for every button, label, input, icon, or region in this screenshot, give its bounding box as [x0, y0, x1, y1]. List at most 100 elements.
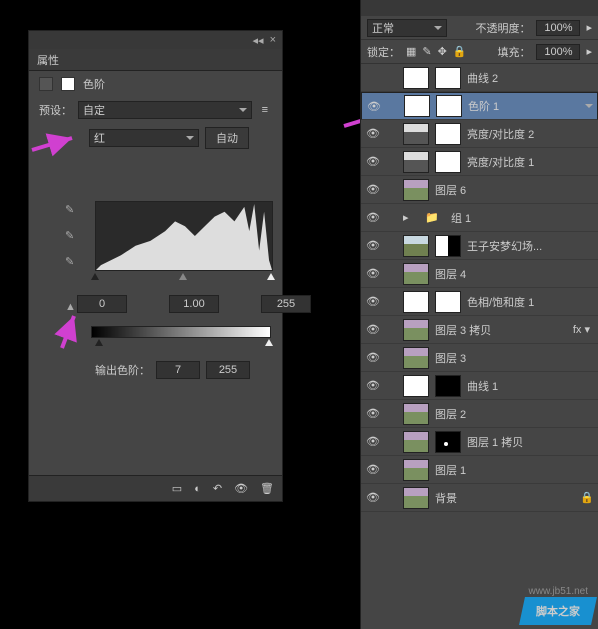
layer-row[interactable]: 👁 图层 6	[361, 176, 598, 204]
gamma-slider[interactable]	[179, 273, 187, 280]
mask-thumb[interactable]	[436, 95, 462, 117]
black-eyedropper-icon[interactable]: ✎	[65, 203, 81, 219]
visibility-toggle[interactable]: 👁	[365, 351, 381, 364]
input-gamma-field[interactable]	[169, 295, 219, 313]
lock-transparent-icon[interactable]: ▦	[406, 45, 416, 58]
layer-row[interactable]: 👁 图层 1	[361, 456, 598, 484]
layer-row[interactable]: 👁 图层 3 拷贝 fx ▾	[361, 316, 598, 344]
lock-position-icon[interactable]: ✥	[438, 45, 447, 58]
output-black-field[interactable]	[156, 361, 200, 379]
layer-row[interactable]: 👁色阶 1	[361, 92, 598, 120]
layer-name[interactable]: 色相/饱和度 1	[467, 294, 594, 310]
layer-thumb[interactable]	[403, 123, 429, 145]
collapse-icon[interactable]: ◂◂	[253, 34, 264, 47]
fill-flyout-icon[interactable]: ▸	[586, 45, 592, 58]
layer-name[interactable]: 图层 1 拷贝	[467, 434, 594, 450]
layer-name[interactable]: 背景	[435, 490, 574, 506]
layer-row[interactable]: 👁 图层 1 拷贝	[361, 428, 598, 456]
histogram[interactable]	[95, 201, 273, 271]
layer-name[interactable]: 图层 3 拷贝	[435, 322, 563, 338]
output-black-slider[interactable]	[95, 339, 103, 346]
input-black-field[interactable]	[77, 295, 127, 313]
mask-thumb[interactable]	[435, 67, 461, 89]
layer-row[interactable]: 👁 色相/饱和度 1	[361, 288, 598, 316]
prev-icon[interactable]: ◐	[194, 483, 201, 495]
white-eyedropper-icon[interactable]: ✎	[65, 255, 81, 271]
mask-thumb[interactable]	[435, 291, 461, 313]
layer-row[interactable]: 曲线 2	[361, 64, 598, 92]
layer-name[interactable]: 图层 3	[435, 350, 594, 366]
layer-name[interactable]: 组 1	[451, 210, 594, 226]
preset-select[interactable]: 自定	[78, 101, 252, 119]
clip-icon[interactable]: ▭	[172, 482, 182, 495]
expand-icon[interactable]: ▸	[403, 211, 413, 224]
mask-thumb[interactable]	[435, 375, 461, 397]
visibility-toggle[interactable]: 👁	[365, 211, 381, 224]
layer-row[interactable]: 👁王子安梦幻场...	[361, 232, 598, 260]
layer-thumb[interactable]	[403, 375, 429, 397]
lock-all-icon[interactable]: 🔒	[453, 45, 467, 58]
white-slider[interactable]	[267, 273, 275, 280]
visibility-toggle[interactable]: 👁	[365, 127, 381, 140]
layer-thumb[interactable]	[403, 431, 429, 453]
mask-icon[interactable]	[61, 77, 75, 91]
layer-thumb[interactable]	[403, 487, 429, 509]
layer-name[interactable]: 图层 1	[435, 462, 594, 478]
layer-thumb[interactable]	[403, 179, 429, 201]
opacity-field[interactable]: 100%	[536, 20, 580, 36]
layer-thumb[interactable]	[403, 291, 429, 313]
layer-name[interactable]: 曲线 2	[467, 70, 594, 86]
layer-thumb[interactable]	[403, 459, 429, 481]
input-white-field[interactable]	[261, 295, 311, 313]
visibility-toggle[interactable]: 👁	[365, 435, 381, 448]
preset-menu-icon[interactable]: ≡	[258, 104, 272, 116]
layer-thumb[interactable]	[403, 67, 429, 89]
channel-select[interactable]: 红	[89, 129, 199, 147]
layer-row[interactable]: 👁 亮度/对比度 1	[361, 148, 598, 176]
layer-thumb[interactable]	[403, 319, 429, 341]
layer-name[interactable]: 图层 6	[435, 182, 594, 198]
visibility-toggle[interactable]: 👁	[365, 155, 381, 168]
auto-button[interactable]: 自动	[205, 127, 249, 149]
visibility-toggle[interactable]: 👁	[365, 463, 381, 476]
layer-thumb[interactable]	[403, 403, 429, 425]
layer-name[interactable]: 亮度/对比度 1	[467, 154, 594, 170]
visibility-toggle[interactable]: 👁	[365, 183, 381, 196]
visibility-toggle[interactable]: 👁	[365, 491, 381, 504]
lock-paint-icon[interactable]: ✎	[422, 45, 431, 58]
close-icon[interactable]: ×	[270, 34, 276, 46]
fill-field[interactable]: 100%	[536, 44, 580, 60]
visibility-icon[interactable]: 👁	[234, 482, 248, 495]
visibility-toggle[interactable]: 👁	[366, 100, 382, 113]
layer-name[interactable]: 图层 4	[435, 266, 594, 282]
output-white-slider[interactable]	[265, 339, 273, 346]
layer-row[interactable]: 👁▸📁组 1	[361, 204, 598, 232]
layer-row[interactable]: 👁 曲线 1	[361, 372, 598, 400]
tab-properties[interactable]: 属性	[37, 52, 59, 68]
layer-thumb[interactable]	[403, 347, 429, 369]
layer-row[interactable]: 👁图层 4	[361, 260, 598, 288]
visibility-toggle[interactable]: 👁	[365, 239, 381, 252]
layer-row[interactable]: 👁 图层 3	[361, 344, 598, 372]
mask-thumb[interactable]	[435, 123, 461, 145]
layer-row[interactable]: 👁 图层 2	[361, 400, 598, 428]
gray-eyedropper-icon[interactable]: ✎	[65, 229, 81, 245]
layer-row[interactable]: 👁背景🔒	[361, 484, 598, 512]
black-slider[interactable]	[91, 273, 99, 280]
layer-thumb[interactable]	[403, 263, 429, 285]
output-white-field[interactable]	[206, 361, 250, 379]
trash-icon[interactable]: 🗑	[260, 482, 274, 495]
layer-thumb[interactable]	[403, 151, 429, 173]
visibility-toggle[interactable]: 👁	[365, 379, 381, 392]
fx-badge[interactable]: fx ▾	[569, 323, 594, 336]
visibility-toggle[interactable]: 👁	[365, 295, 381, 308]
mask-thumb[interactable]	[435, 431, 461, 453]
reset-icon[interactable]: ↶	[213, 482, 222, 495]
mask-thumb[interactable]	[435, 235, 461, 257]
blend-mode-select[interactable]: 正常	[367, 19, 447, 37]
layer-name[interactable]: 图层 2	[435, 406, 594, 422]
mask-thumb[interactable]	[435, 151, 461, 173]
layer-name[interactable]: 曲线 1	[467, 378, 594, 394]
visibility-toggle[interactable]: 👁	[365, 323, 381, 336]
visibility-toggle[interactable]: 👁	[365, 407, 381, 420]
